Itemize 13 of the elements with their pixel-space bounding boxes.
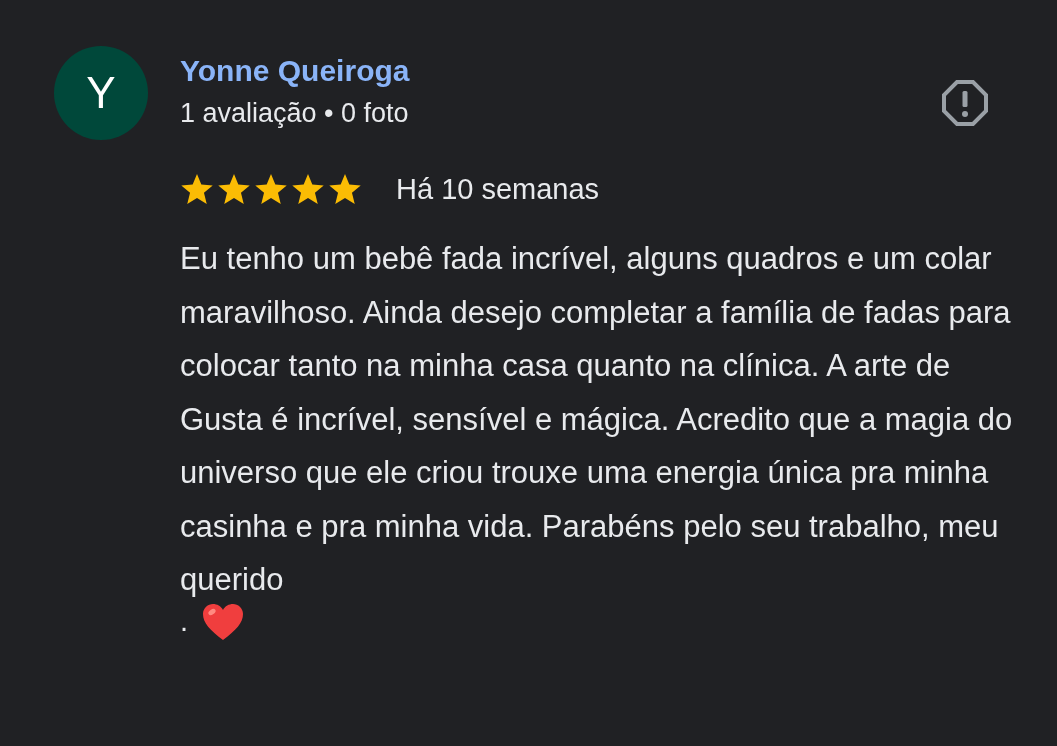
avatar[interactable]: Y xyxy=(54,46,148,140)
star-icon xyxy=(254,173,288,206)
star-icon xyxy=(180,173,214,206)
reviewer-name[interactable]: Yonne Queiroga xyxy=(180,54,410,88)
heart-icon xyxy=(202,602,245,641)
report-button[interactable] xyxy=(940,78,990,128)
star-icon xyxy=(217,173,251,206)
reviewer-stats: 1 avaliação • 0 foto xyxy=(180,98,410,129)
review-ending: . xyxy=(180,605,189,638)
star-icon xyxy=(291,173,325,206)
review-text: Eu tenho um bebê fada incrível, alguns quadros e um colar maravilhoso. Ainda desejo completar a família de fadas para colocar tanto na minha casa quanto na clínica. A arte de Gusta é incrível, sensível e mágica. Acredito que a magia do universo que ele criou trouxe uma energia única pra minha casinha e pra minha vida. Parabéns pelo seu trabalho, meu querido xyxy=(180,240,1014,599)
star-icon xyxy=(328,173,362,206)
review-time: Há 10 semanas xyxy=(396,173,600,206)
